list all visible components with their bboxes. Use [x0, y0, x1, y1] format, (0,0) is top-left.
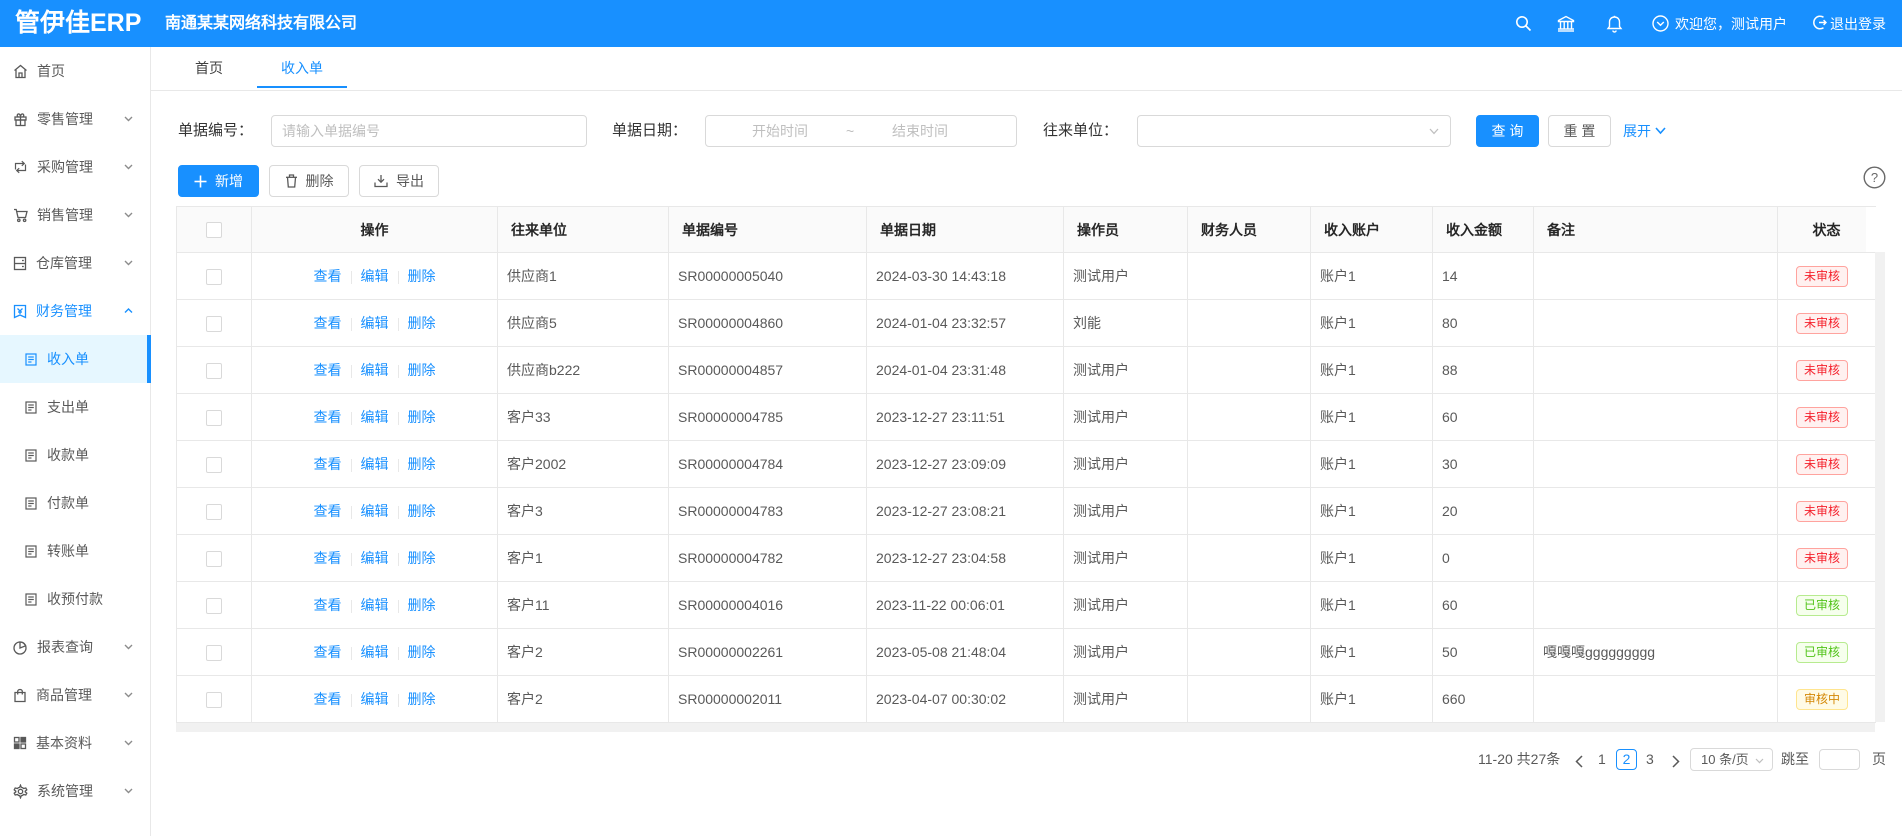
svg-text:?: ? [1871, 170, 1878, 185]
